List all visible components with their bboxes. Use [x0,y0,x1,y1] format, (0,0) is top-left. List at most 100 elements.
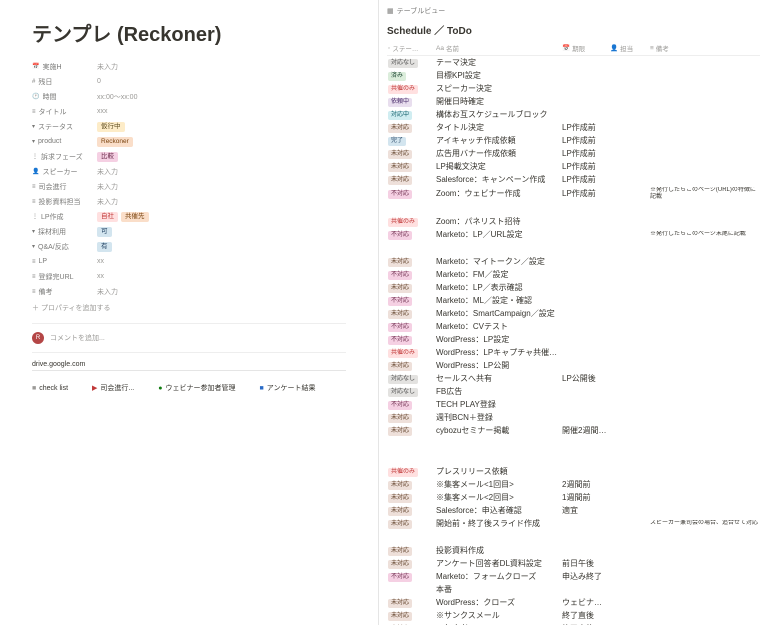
table-row[interactable]: 共催のみプレスリリース依頼 [387,465,760,478]
tab-item[interactable]: ■アンケート結果 [260,383,316,393]
cell-name[interactable]: FB広告 [435,386,561,397]
property-value[interactable]: 自社共催先 [97,212,152,222]
cell-status[interactable]: 未対応 [387,545,435,556]
cell-name[interactable]: Salesforce：申込者確認 [435,505,561,516]
cell-name[interactable]: Zoom：パネリスト招待 [435,216,561,227]
property-value[interactable]: 未入力 [97,287,118,297]
cell-name[interactable]: アンケート回答者DL資料設定 [435,558,561,569]
tab-item[interactable]: ●ウェビナー参加者管理 [158,383,235,393]
cell-name[interactable]: Marketo：SmartCampaign／設定 [435,308,561,319]
cell-deadline[interactable]: 2週間前 [561,479,609,490]
table-row[interactable]: 未対応LP掲載文決定LP作成前 [387,160,760,173]
cell-note[interactable]: ※発行したらこのページ末尾に記載 [649,231,760,238]
property-value[interactable]: 未入力 [97,62,118,72]
cell-status[interactable]: 共催のみ [387,347,435,358]
cell-status[interactable]: 未対応 [387,282,435,293]
table-row[interactable]: 不対応Zoom：ウェビナー作成LP作成前※発行したらこのページ(URL)の特徴に… [387,186,760,201]
property-value[interactable]: 未入力 [97,182,118,192]
cell-status[interactable]: 共催のみ [387,216,435,227]
table-row[interactable]: 対応中構体お互スケジュールブロック [387,108,760,121]
cell-status[interactable]: 不対応 [387,571,435,582]
table-row[interactable]: 未対応タイトル決定LP作成前 [387,121,760,134]
cell-status[interactable]: 共催のみ [387,466,435,477]
cell-name[interactable]: テーマ決定 [435,57,561,68]
table-row[interactable]: 未対応Salesforce：キャンペーン作成LP作成前 [387,173,760,186]
property-value[interactable]: 0 [97,78,101,85]
cell-name[interactable]: Marketo：CVテスト [435,321,561,332]
property-row[interactable]: ▾Q&A/反応有 [32,239,346,254]
table-row[interactable]: 未対応週刊BCN＋登録 [387,411,760,424]
table-row[interactable]: 未対応投影資料作成 [387,544,760,557]
cell-status[interactable]: 不対応 [387,295,435,306]
cell-status[interactable]: 未対応 [387,597,435,608]
cell-deadline[interactable]: LP公開後 [561,373,609,384]
cell-deadline[interactable]: 適宜 [561,505,609,516]
table-row[interactable]: 不対応Marketo：CVテスト [387,320,760,333]
cell-status[interactable]: 対応なし [387,373,435,384]
table-row[interactable]: 未対応※集客メール<2回目>1週間前 [387,491,760,504]
cell-status[interactable]: 未対応 [387,425,435,436]
cell-name[interactable]: 構体お互スケジュールブロック [435,109,561,120]
table-row[interactable]: 未対応Marketo：マイトークン／設定 [387,255,760,268]
table-row[interactable]: 未対応※サンクスメール終了直後 [387,609,760,622]
table-row[interactable]: 共催のみZoom：パネリスト招待 [387,215,760,228]
property-row[interactable]: 📅実施H未入力 [32,59,346,74]
cell-name[interactable]: Marketo：ML／設定・確認 [435,295,561,306]
cell-status[interactable]: 不対応 [387,399,435,410]
cell-status[interactable]: 不対応 [387,334,435,345]
cell-deadline[interactable]: 申込み終了 [561,571,609,582]
table-row[interactable]: 対応なしFB広告 [387,385,760,398]
property-row[interactable]: 👤スピーカー未入力 [32,164,346,179]
page-title[interactable]: テンプレ (Reckoner) [32,18,346,47]
cell-name[interactable]: スピーカー決定 [435,83,561,94]
property-value[interactable]: 仮行中 [97,122,125,132]
cell-name[interactable]: Salesforce：キャンペーン作成 [435,174,561,185]
cell-name[interactable]: LP掲載文決定 [435,161,561,172]
cell-name[interactable]: ※集客メール<2回目> [435,492,561,503]
cell-status[interactable]: 完了 [387,135,435,146]
cell-status[interactable]: 未対応 [387,492,435,503]
property-row[interactable]: ▾productReckoner [32,134,346,149]
cell-status[interactable]: 不対応 [387,229,435,240]
property-value[interactable]: xx:00～xx:00 [97,92,137,102]
cell-name[interactable]: ※集客メール<1回目> [435,479,561,490]
cell-name[interactable]: WordPress：LP設定 [435,334,561,345]
property-value[interactable]: 未入力 [97,197,118,207]
cell-status[interactable]: 未対応 [387,505,435,516]
table-row[interactable]: 未対応Marketo：LP／表示確認 [387,281,760,294]
tab-item[interactable]: ▶司会進行... [92,383,134,393]
table-row[interactable]: 未対応開始前・終了後スライド作成スピーカー兼司会の場合、追合せて対応 [387,517,760,530]
cell-deadline[interactable]: ウェビナー中 [561,597,609,608]
property-row[interactable]: ▾ステータス仮行中 [32,119,346,134]
table-view-selector[interactable]: ▦ テーブルビュー [387,4,760,18]
cell-name[interactable]: セールスへ共有 [435,373,561,384]
cell-deadline[interactable]: LP作成前 [561,174,609,185]
cell-status[interactable]: 共催のみ [387,83,435,94]
cell-name[interactable]: WordPress：クローズ [435,597,561,608]
table-row[interactable]: 未対応※集客メール<1回目>2週間前 [387,478,760,491]
cell-deadline[interactable]: LP作成前 [561,135,609,146]
property-value[interactable]: xxx [97,108,108,115]
cell-deadline[interactable]: 1週間前 [561,492,609,503]
cell-status[interactable]: 済み [387,70,435,81]
table-row[interactable]: 不対応Marketo：FM／設定 [387,268,760,281]
cell-status[interactable]: 不対応 [387,188,435,199]
cell-name[interactable]: TECH PLAY登録 [435,399,561,410]
cell-name[interactable]: WordPress：LPキャプチャ共催先確認 [435,347,561,358]
property-value[interactable]: 有 [97,242,112,252]
property-row[interactable]: #残日0 [32,74,346,89]
cell-status[interactable]: 未対応 [387,412,435,423]
table-row[interactable]: 不対応Marketo：ML／設定・確認 [387,294,760,307]
cell-status[interactable]: 不対応 [387,269,435,280]
cell-name[interactable]: Marketo：FM／設定 [435,269,561,280]
property-row[interactable]: ≡投影資料担当未入力 [32,194,346,209]
property-row[interactable]: ≡タイトルxxx [32,104,346,119]
property-value[interactable]: xx [97,258,104,265]
cell-status[interactable]: 未対応 [387,360,435,371]
cell-status[interactable]: 未対応 [387,148,435,159]
table-row[interactable]: 完了アイキャッチ作成依頼LP作成前 [387,134,760,147]
cell-status[interactable]: 未対応 [387,558,435,569]
cell-name[interactable]: Marketo：LP／表示確認 [435,282,561,293]
cell-name[interactable]: Zoom：ウェビナー作成 [435,188,561,199]
cell-status[interactable]: 未対応 [387,308,435,319]
